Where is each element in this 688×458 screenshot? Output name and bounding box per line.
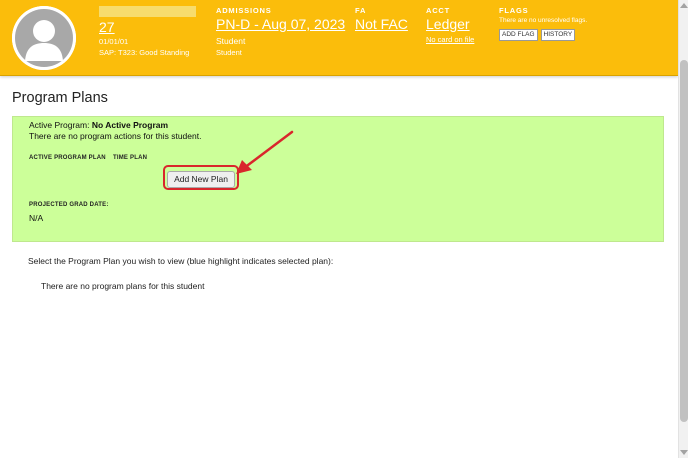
grad-date-label: PROJECTED GRAD DATE: [29,202,109,208]
acct-title: ACCT [426,6,451,15]
active-plan-label: ACTIVE PROGRAM PLAN [29,155,106,161]
student-dob: 01/01/01 [99,37,129,46]
admissions-status: Student [216,36,246,46]
active-program-value: No Active Program [91,120,169,130]
no-plans-text: There are no program plans for this stud… [41,281,205,291]
fa-title: FA [355,6,367,15]
add-new-plan-button[interactable]: Add New Plan [167,170,235,188]
scroll-down-icon[interactable] [680,450,688,455]
scrollbar-thumb[interactable] [680,60,688,422]
ledger-link[interactable]: Ledger [426,16,474,33]
time-plan-label: TIME PLAN [113,155,148,161]
red-arrow-icon [236,130,294,174]
user-silhouette-icon [12,6,76,70]
student-id-column: 27 01/01/01 SAP: T323: Good Standing [99,6,199,58]
grad-date-value: N/A [29,213,44,223]
scroll-up-icon[interactable] [680,3,688,8]
active-program-panel: Active Program: No Active Program There … [12,116,664,242]
flags-title: FLAGS [499,6,529,15]
admissions-column: ADMISSIONS PN-D - Aug 07, 2023 Student S… [216,6,345,58]
flags-column: FLAGS There are no unresolved flags. ADD… [499,6,609,41]
avatar [12,6,76,70]
active-program-line: Active Program: No Active Program [29,120,168,131]
fa-link[interactable]: Not FAC [355,16,408,33]
select-plan-instruction: Select the Program Plan you wish to view… [28,256,334,266]
no-actions-text: There are no program actions for this st… [29,131,202,141]
add-flag-button[interactable]: ADD FLAG [499,29,538,41]
student-id-link[interactable]: 27 [99,19,199,36]
admissions-link[interactable]: PN-D - Aug 07, 2023 [216,16,345,33]
vertical-scrollbar[interactable] [678,0,688,458]
flags-note: There are no unresolved flags. [499,17,588,24]
student-header: 27 01/01/01 SAP: T323: Good Standing ADM… [0,0,678,76]
fa-column: FA Not FAC [355,6,408,33]
student-name-bar [99,6,196,17]
acct-column: ACCT Ledger No card on file [426,6,474,46]
active-program-label: Active Program: [29,120,92,130]
admissions-substatus: Student [216,48,242,57]
page-title: Program Plans [12,90,108,106]
history-button[interactable]: HISTORY [540,29,576,41]
admissions-title: ADMISSIONS [216,6,272,15]
sap-status: SAP: T323: Good Standing [99,48,190,57]
card-link[interactable]: No card on file [426,34,474,46]
